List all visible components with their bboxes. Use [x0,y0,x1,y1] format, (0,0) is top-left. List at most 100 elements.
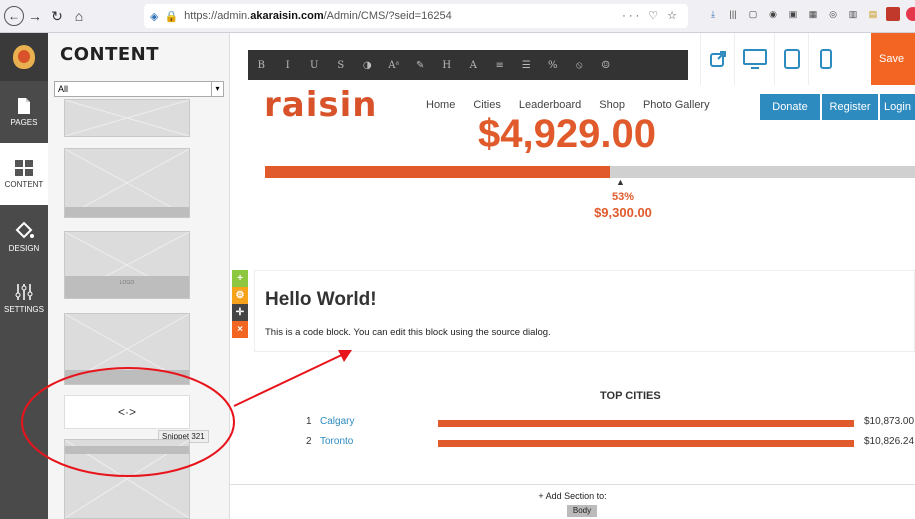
progress-marker-icon: ▲ [616,177,625,187]
move-block-icon[interactable]: ✛ [232,304,248,321]
download-icon[interactable]: ⤓ [706,7,720,21]
annotation-arrow [233,351,349,407]
sliders-icon [15,284,33,300]
forward-arrow-icon[interactable]: → [24,5,46,27]
code-snippet-card[interactable]: <·> [64,395,190,429]
code-snippet-icon: <·> [117,405,136,419]
toolbar-button[interactable]: S [328,60,355,71]
chevron-down-icon: ▾ [211,82,223,96]
snippet-thumbnail[interactable] [64,148,190,218]
device-preview-bar: Save [700,33,915,85]
reload-icon[interactable]: ↻ [46,5,68,27]
extension-icons: ⤓ ||| ▢ ◉ ▣ ▦ ◎ ▥ ▤ [706,7,915,21]
top-cities-title: TOP CITIES [600,390,661,402]
toolbar-button[interactable]: H [434,60,461,71]
nav-leaderboard[interactable]: Leaderboard [519,99,581,111]
nav-cities[interactable]: Cities [473,99,501,111]
nav-home[interactable]: Home [426,99,455,111]
nav-shop[interactable]: Shop [599,99,625,111]
account-icon[interactable]: ◉ [766,7,780,21]
content-filter-select[interactable]: All ▾ [54,81,224,97]
external-link-icon[interactable] [700,33,734,85]
extension-icon[interactable]: ▥ [846,7,860,21]
toolbar-button[interactable]: A [460,60,487,71]
url-path: /Admin/CMS/?seid=16254 [323,10,452,22]
code-block-text: This is a code block. You can edit this … [265,327,551,338]
extension-icon[interactable]: ▣ [786,7,800,21]
rail-item-settings[interactable]: SETTINGS [0,267,48,329]
apple-logo-icon[interactable] [0,33,48,81]
snippet-thumbnail[interactable] [64,99,190,137]
grid-icon [15,160,33,176]
login-button[interactable]: Login [880,94,915,120]
extension-icon[interactable]: ◎ [826,7,840,21]
rail-item-design[interactable]: DESIGN [0,205,48,267]
city-row: 1 Calgary $10,873.00 [300,416,915,430]
city-link[interactable]: Toronto [320,436,353,447]
back-arrow-icon[interactable]: ← [4,6,24,26]
toolbar-button[interactable]: ⦸ [566,60,593,71]
url-host: akaraisin.com [250,10,324,22]
city-amount: $10,873.00 [864,416,915,427]
add-block-icon[interactable]: + [232,270,248,287]
cms-left-rail: PAGES CONTENT DESIGN SETTINGS [0,33,48,519]
register-button[interactable]: Register [822,94,878,120]
toolbar-button[interactable]: I [275,60,302,71]
city-row: 2 Toronto $10,826.24 [300,436,915,450]
toolbar-button[interactable]: ✎ [407,60,434,71]
toolbar-button[interactable]: Aᵃ [381,60,408,71]
extension-icon[interactable]: ▦ [806,7,820,21]
snippet-thumbnail[interactable]: LOGO [64,231,190,299]
add-section-label[interactable]: + Add Section to: [230,491,915,501]
filter-value: All [58,84,69,94]
content-panel: CONTENT All ▾ LOGO <·> Snippet 321 [48,33,230,519]
sidebar-icon[interactable]: ▢ [746,7,760,21]
city-bar [438,440,854,447]
panel-title: CONTENT [60,44,159,65]
save-button[interactable]: Save [871,33,915,85]
progress-bar [265,166,915,178]
body-button[interactable]: Body [567,505,597,517]
shield-icon: ◈ [150,10,159,23]
desktop-icon[interactable] [734,33,774,85]
city-link[interactable]: Calgary [320,416,354,427]
delete-block-icon[interactable]: × [232,321,248,338]
city-rank: 2 [306,436,312,447]
extension-icon[interactable] [886,7,900,21]
rail-item-content[interactable]: CONTENT [0,143,48,205]
city-rank: 1 [306,416,312,427]
toolbar-button[interactable]: B [248,60,275,71]
add-section-area: + Add Section to: Body [230,484,915,519]
tablet-icon[interactable] [774,33,808,85]
toolbar-button[interactable]: ☺ [593,60,620,71]
site-logo[interactable]: raisin [264,85,377,125]
lock-icon: 🔒 [164,10,179,23]
settings-block-icon[interactable]: ⚙ [232,287,248,304]
code-block[interactable]: Hello World! This is a code block. You c… [254,270,915,352]
city-bar [438,420,854,427]
toolbar-button[interactable]: ☰ [513,60,540,71]
rail-item-pages[interactable]: PAGES [0,81,48,143]
rail-item-label: SETTINGS [3,305,44,314]
rich-text-toolbar: B I U S ◑ Aᵃ ✎ H A ≡ ☰% ⦸ ☺ [248,50,688,80]
phone-icon[interactable] [808,33,842,85]
donate-button[interactable]: Donate [760,94,820,120]
toolbar-button[interactable]: U [301,60,328,71]
goal-amount: $9,300.00 [594,205,652,220]
page-actions[interactable]: ··· ♡ ☆ [622,9,680,22]
nav-photo-gallery[interactable]: Photo Gallery [643,99,710,111]
toolbar-button[interactable]: ≡ [487,60,514,71]
browser-toolbar: ← → ↻ ⌂ ◈ 🔒 https://admin. akaraisin.com /… [0,0,915,33]
extension-icon[interactable]: ▤ [866,7,880,21]
snippet-thumbnail[interactable] [64,313,190,385]
progress-percent: 53% [611,191,635,203]
library-icon[interactable]: ||| [726,7,740,21]
snippet-thumbnail[interactable] [64,439,190,519]
pocket-icon[interactable] [906,7,915,21]
city-amount: $10,826.24 [864,436,915,447]
home-icon[interactable]: ⌂ [68,5,90,27]
toolbar-button[interactable]: ◑ [354,60,381,71]
address-bar[interactable]: ◈ 🔒 https://admin. akaraisin.com/Admin/CM… [144,4,688,28]
progress-fill [265,166,610,178]
toolbar-button[interactable]: % [540,60,567,71]
